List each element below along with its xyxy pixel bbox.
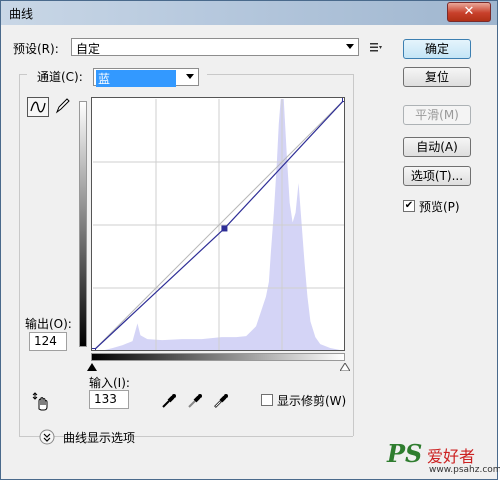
black-eyedropper-icon[interactable]	[161, 393, 177, 409]
preset-label: 预设(R):	[13, 42, 59, 56]
input-gradient-bar	[91, 353, 345, 361]
pencil-icon	[55, 98, 70, 114]
reset-button[interactable]: 复位	[403, 67, 471, 87]
curve-display-options-label: 曲线显示选项	[63, 431, 136, 445]
curve-point-icon	[30, 101, 46, 113]
input-label: 输入(I):	[89, 376, 130, 390]
close-icon: ✕	[463, 4, 475, 19]
output-label: 输出(O):	[25, 317, 72, 331]
preview-checkbox[interactable]: ✔	[403, 200, 415, 212]
expand-icon[interactable]	[39, 429, 55, 445]
curve-point	[342, 98, 344, 102]
chevron-down-icon	[346, 44, 354, 49]
curve-point-tool[interactable]	[27, 97, 49, 117]
white-eyedropper-icon[interactable]	[213, 393, 229, 409]
title-bar[interactable]: 曲线 ✕	[1, 1, 497, 25]
close-button[interactable]: ✕	[447, 2, 491, 22]
ok-button[interactable]: 确定	[403, 39, 471, 59]
preset-menu-icon[interactable]	[369, 41, 383, 53]
output-field[interactable]: 124	[29, 332, 67, 351]
group-border-left	[19, 74, 20, 436]
input-field[interactable]: 133	[89, 390, 129, 409]
group-border-right	[353, 74, 354, 436]
preset-select[interactable]: 自定	[71, 38, 359, 56]
channel-value: 蓝	[96, 70, 176, 87]
output-gradient-bar	[79, 101, 87, 347]
watermark-url: www.psahz.com	[429, 465, 500, 475]
dialog-body: 预设(R): 自定 确定 复位 平滑(M) 自动(A) 选项(T)... ✔ 预…	[7, 27, 491, 473]
white-point-slider[interactable]	[340, 363, 350, 371]
auto-button[interactable]: 自动(A)	[403, 137, 471, 157]
window-title: 曲线	[9, 7, 34, 21]
preview-label: 预览(P)	[419, 200, 460, 214]
show-clipping-label: 显示修剪(W)	[277, 394, 347, 408]
watermark-logo: PS 爱好者 www.psahz.com	[381, 437, 500, 479]
curve-point-selected	[221, 225, 228, 232]
preset-value: 自定	[76, 42, 101, 56]
show-clipping-checkbox[interactable]	[261, 394, 273, 406]
pencil-tool[interactable]	[53, 97, 75, 117]
gray-eyedropper-icon[interactable]	[187, 393, 203, 409]
on-image-adjust-icon[interactable]	[31, 391, 53, 411]
black-point-slider[interactable]	[87, 363, 97, 371]
options-divider	[143, 436, 343, 437]
watermark-ps: PS	[387, 439, 423, 468]
group-border-top-left	[19, 74, 27, 75]
curve-point	[92, 348, 96, 350]
channel-select[interactable]: 蓝	[93, 68, 199, 87]
curve-graph[interactable]	[91, 97, 345, 351]
options-button[interactable]: 选项(T)...	[403, 166, 471, 186]
curves-dialog: 曲线 ✕ 预设(R): 自定 确定 复位 平滑(M) 自动(A) 选项(T)..…	[0, 0, 500, 480]
chevron-down-icon	[186, 74, 194, 79]
watermark-site-name: 爱好者	[427, 447, 476, 466]
smooth-button[interactable]: 平滑(M)	[403, 105, 471, 125]
group-border-top-right	[207, 74, 353, 75]
channel-label: 通道(C):	[37, 70, 83, 84]
